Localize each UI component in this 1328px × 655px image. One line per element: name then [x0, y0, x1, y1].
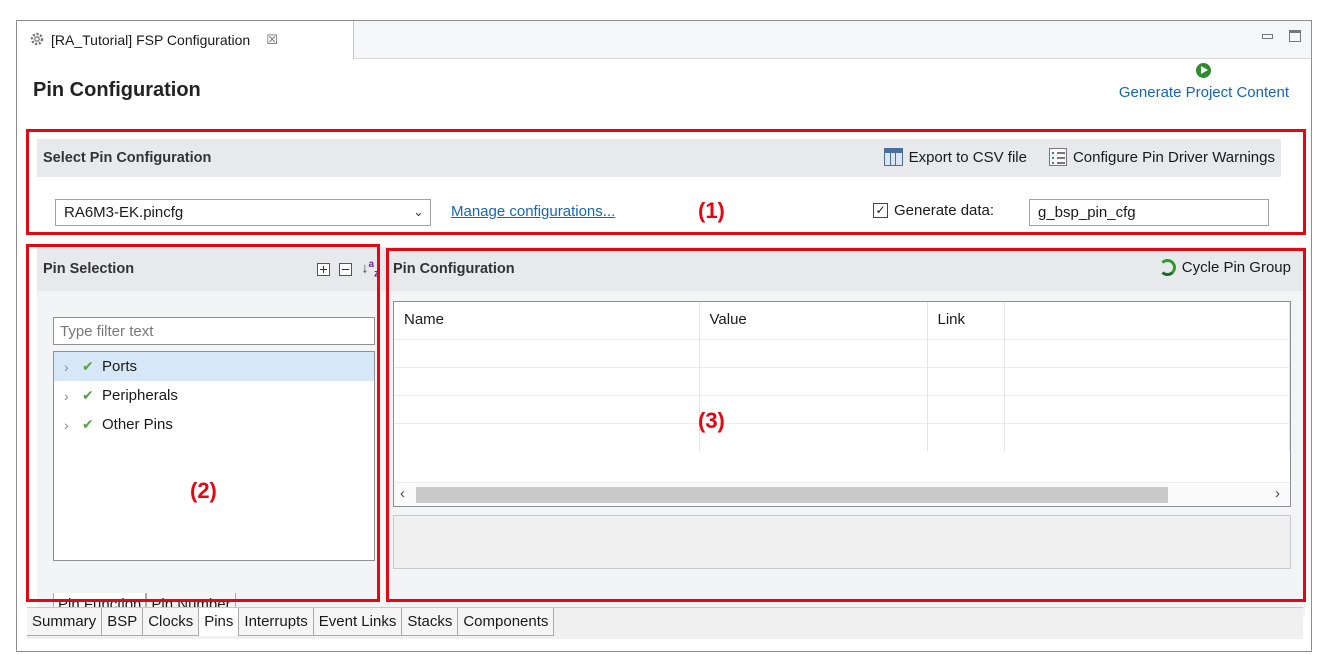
tab-stacks[interactable]: Stacks — [402, 608, 459, 636]
close-icon[interactable]: ☒ — [266, 32, 278, 48]
maximize-icon[interactable] — [1289, 30, 1301, 42]
tab-bsp[interactable]: BSP — [102, 608, 144, 636]
tab-event-links[interactable]: Event Links — [313, 608, 403, 636]
tab-interrupts[interactable]: Interrupts — [239, 608, 314, 636]
editor-tab-title: [RA_Tutorial] FSP Configuration — [51, 32, 251, 48]
page-title: Pin Configuration — [33, 79, 201, 101]
annotation-box-2 — [26, 244, 380, 602]
annotation-label-2: (2) — [190, 478, 217, 503]
tab-summary[interactable]: Summary — [27, 608, 103, 636]
annotation-box-3 — [386, 248, 1306, 602]
annotation-label-1: (1) — [698, 198, 725, 223]
editor-tab[interactable]: [RA_Tutorial] FSP Configuration ☒ — [17, 21, 354, 59]
generate-project-content[interactable]: Generate Project Content — [1119, 63, 1289, 101]
window-controls — [1262, 30, 1301, 42]
annotation-box-1 — [26, 129, 1306, 235]
editor-tab-strip: [RA_Tutorial] FSP Configuration ☒ — [17, 21, 1311, 59]
annotation-label-3: (3) — [698, 408, 725, 433]
configuration-page-tabs: Summary BSP Clocks Pins Interrupts Event… — [27, 607, 1303, 639]
tab-pins[interactable]: Pins — [199, 608, 240, 636]
generate-project-content-link[interactable]: Generate Project Content — [1119, 84, 1289, 101]
minimize-icon[interactable] — [1262, 34, 1273, 39]
play-icon[interactable] — [1196, 63, 1212, 78]
gear-icon — [29, 31, 45, 50]
tab-components[interactable]: Components — [458, 608, 555, 636]
tab-clocks[interactable]: Clocks — [143, 608, 200, 636]
